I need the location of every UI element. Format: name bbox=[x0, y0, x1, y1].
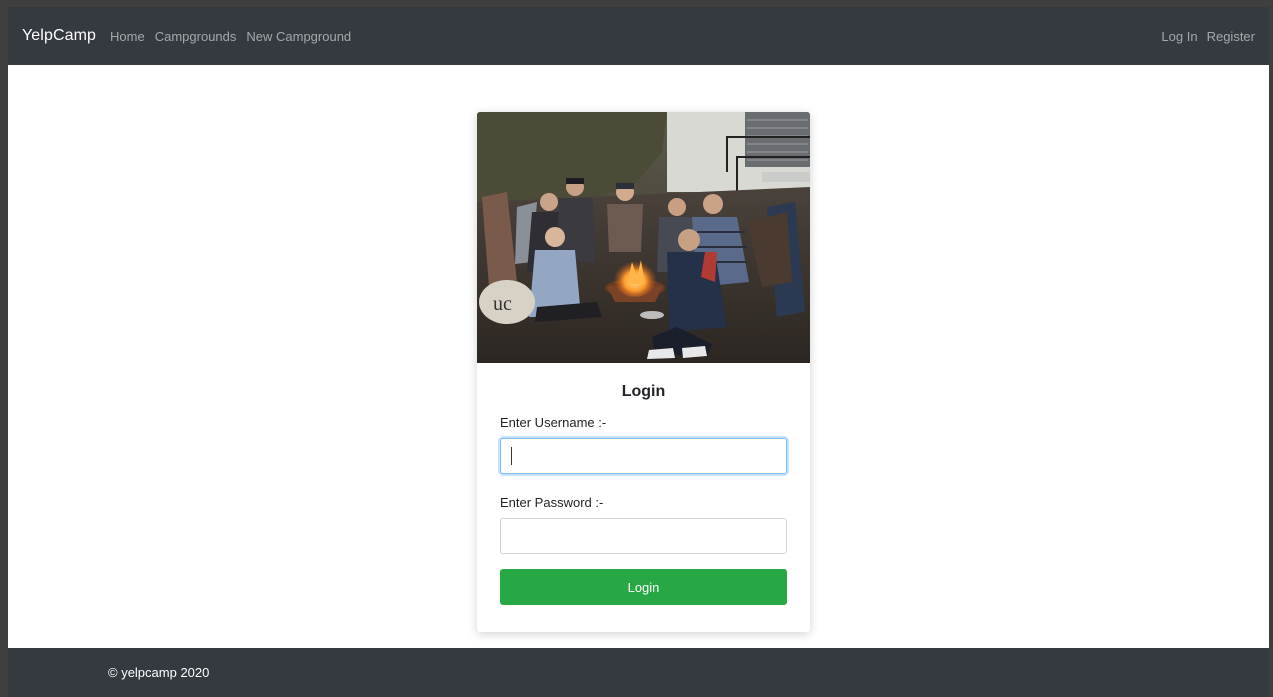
campfire-photo: uc bbox=[477, 112, 810, 363]
login-button[interactable]: Login bbox=[500, 569, 787, 605]
nav-link-home[interactable]: Home bbox=[110, 29, 145, 44]
svg-text:uc: uc bbox=[493, 293, 512, 315]
footer-copyright: © yelpcamp 2020 bbox=[108, 665, 210, 680]
password-label: Enter Password :- bbox=[500, 495, 604, 510]
login-form: Login Enter Username :- Enter Password :… bbox=[477, 382, 810, 605]
nav-right-group: Log In Register bbox=[1152, 29, 1255, 44]
nav-link-new-campground[interactable]: New Campground bbox=[246, 29, 351, 44]
username-input[interactable] bbox=[500, 438, 787, 474]
text-caret bbox=[511, 447, 512, 465]
nav-link-register[interactable]: Register bbox=[1207, 29, 1255, 44]
nav-link-campgrounds[interactable]: Campgrounds bbox=[155, 29, 237, 44]
login-card: uc Login Enter Username :- Enter Passwor… bbox=[477, 112, 810, 632]
brand-logo[interactable]: YelpCamp bbox=[22, 27, 96, 45]
password-input[interactable] bbox=[500, 518, 787, 554]
page-footer: © yelpcamp 2020 bbox=[8, 648, 1269, 697]
login-title: Login bbox=[621, 383, 666, 400]
top-navbar: YelpCamp Home Campgrounds New Campground… bbox=[8, 7, 1269, 65]
nav-link-login[interactable]: Log In bbox=[1161, 29, 1197, 44]
username-label: Enter Username :- bbox=[500, 415, 607, 430]
